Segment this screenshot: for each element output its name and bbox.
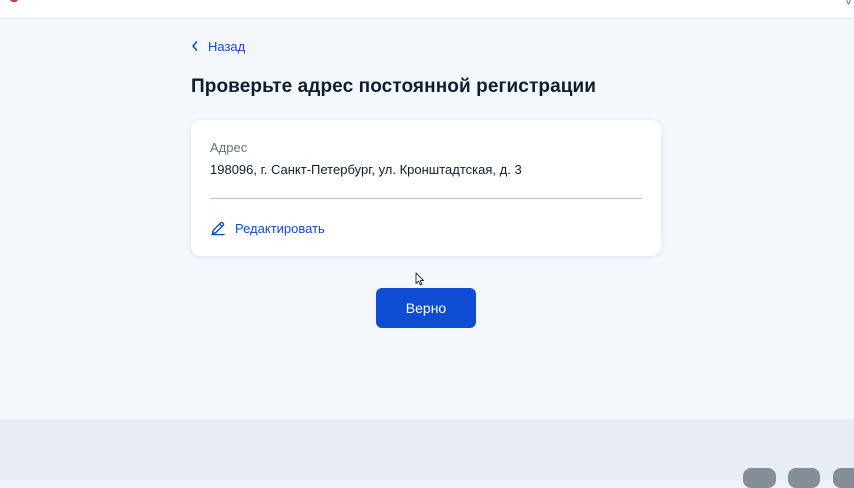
floating-action-button-3[interactable] — [833, 468, 854, 488]
card-divider — [210, 198, 642, 199]
mouse-pointer-icon — [415, 272, 425, 286]
header-chevron-icon[interactable]: ˅ — [845, 0, 852, 8]
address-label: Адрес — [210, 140, 248, 155]
floating-action-button-1[interactable] — [743, 468, 776, 488]
edit-address-label: Редактировать — [235, 220, 325, 236]
top-header-bar: ˅ — [0, 0, 854, 19]
footer-area — [0, 419, 854, 480]
address-card: Адрес 198096, г. Санкт-Петербург, ул. Кр… — [191, 120, 661, 256]
back-link[interactable]: Назад — [190, 38, 245, 54]
address-value: 198096, г. Санкт-Петербург, ул. Кронштад… — [210, 162, 522, 177]
back-link-label: Назад — [208, 38, 246, 54]
logo-fragment — [10, 0, 18, 2]
pencil-icon — [211, 221, 225, 236]
edit-address-link[interactable]: Редактировать — [210, 219, 325, 237]
page-title: Проверьте адрес постоянной регистрации — [191, 76, 597, 97]
floating-action-button-2[interactable] — [788, 468, 820, 488]
confirm-button[interactable]: Верно — [376, 288, 476, 328]
chevron-left-icon — [192, 41, 198, 51]
